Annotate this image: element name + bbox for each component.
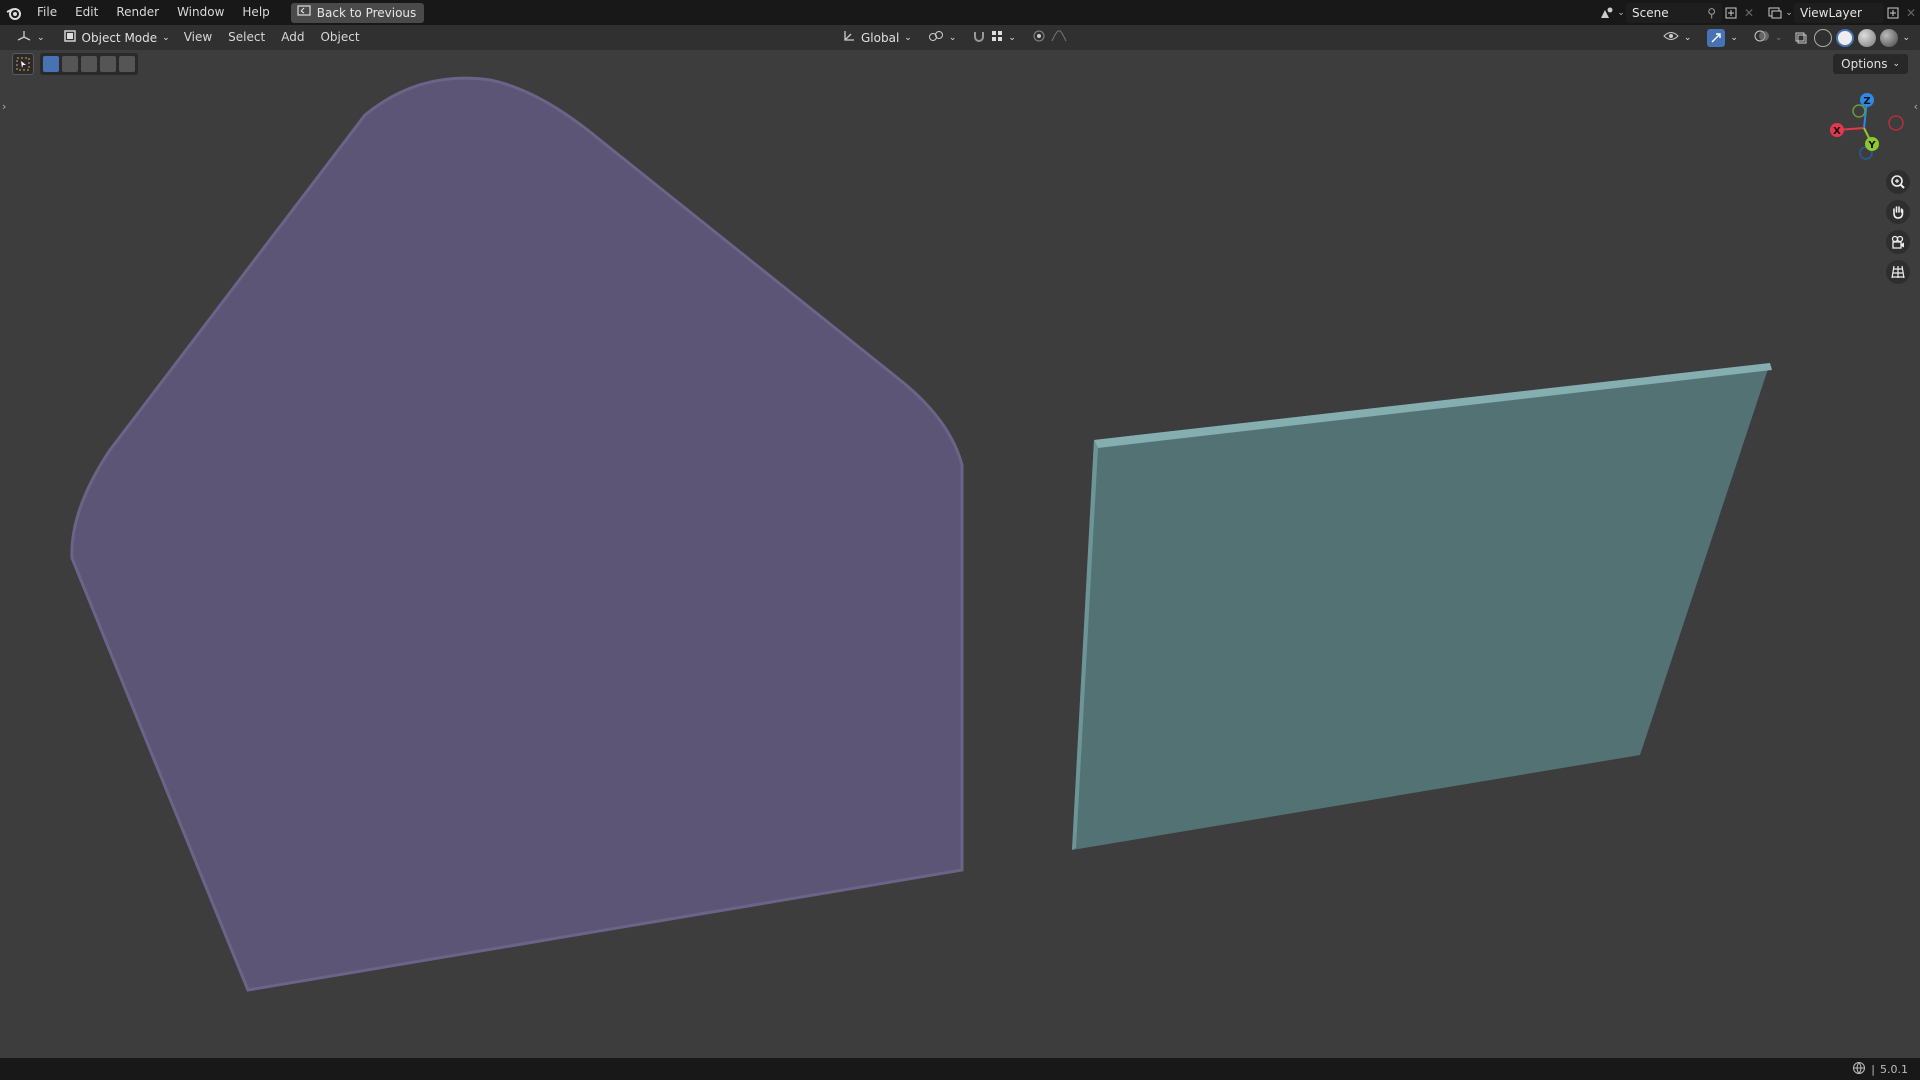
menu-file[interactable]: File	[28, 0, 66, 25]
blender-logo-icon[interactable]	[0, 0, 28, 25]
selectability-visibility-dropdown[interactable]: ⌄	[1657, 28, 1698, 48]
back-to-previous-label: Back to Previous	[316, 5, 417, 20]
chevron-down-icon: ⌄	[1683, 32, 1692, 43]
menu-render[interactable]: Render	[107, 0, 168, 25]
falloff-curve-icon	[1051, 30, 1067, 45]
gizmo-y-label: Y	[1867, 140, 1876, 151]
object-mode-label: Object Mode	[81, 30, 158, 45]
globe-icon	[1852, 1061, 1866, 1078]
rendered-shading-icon[interactable]	[1880, 28, 1899, 47]
proportional-editing-icon	[1032, 29, 1046, 46]
options-dropdown[interactable]: Options ⌄	[1833, 54, 1908, 74]
scene-chevron-down-icon[interactable]: ⌄	[1616, 4, 1626, 22]
scene-selector-icon[interactable]	[1598, 4, 1616, 22]
delete-scene-icon[interactable]: ✕	[1740, 4, 1758, 22]
chevron-down-icon: ⌄	[37, 32, 45, 43]
chevron-down-icon: ⌄	[1008, 32, 1016, 43]
viewlayer-name-field[interactable]: ViewLayer	[1794, 2, 1884, 23]
scene-name-label: Scene	[1632, 5, 1669, 20]
pan-view-button[interactable]	[1886, 200, 1910, 224]
select-intersect-icon[interactable]	[119, 56, 135, 72]
chevron-down-icon: ⌄	[1892, 59, 1900, 69]
gizmo-neg-x-icon	[1888, 115, 1904, 131]
viewport-display-controls: ⌄ ⌄ ⌄ ⌄	[1657, 25, 1910, 50]
gizmo-x-label: X	[1833, 126, 1841, 137]
new-scene-icon[interactable]	[1722, 4, 1740, 22]
grid-perspective-icon	[1891, 265, 1905, 279]
navigation-gizmo[interactable]: Z X Y	[1818, 88, 1908, 168]
transform-orientation-dropdown[interactable]: Global ⌄	[836, 28, 918, 48]
viewlayer-selector-icon[interactable]	[1766, 4, 1784, 22]
chevron-down-icon: ⌄	[1774, 32, 1783, 43]
gizmo-icon	[1707, 28, 1726, 47]
wireframe-shading-icon[interactable]	[1814, 28, 1833, 47]
object-mode-icon	[63, 29, 77, 46]
tool-settings-row	[12, 53, 138, 75]
status-divider: |	[1871, 1062, 1875, 1076]
viewlayer-name-label: ViewLayer	[1800, 5, 1862, 20]
snap-toggle[interactable]: ⌄	[966, 28, 1022, 48]
select-invert-icon[interactable]	[100, 56, 116, 72]
object-mode-dropdown[interactable]: Object Mode ⌄	[57, 28, 176, 48]
pin-icon[interactable]: ⚲	[1707, 6, 1716, 20]
snap-grid-icon	[991, 30, 1003, 45]
chevron-down-icon: ⌄	[948, 32, 957, 43]
delete-viewlayer-icon[interactable]: ✕	[1902, 4, 1920, 22]
overlays-icon	[1754, 29, 1770, 46]
transform-tools-group: Global ⌄ ⌄ ⌄	[836, 25, 1073, 50]
material-preview-shading-icon[interactable]	[1858, 28, 1877, 47]
status-bar: | 5.0.1	[0, 1058, 1920, 1080]
pivot-icon	[928, 29, 944, 46]
solid-shading-icon[interactable]	[1836, 28, 1855, 47]
select-tool-button[interactable]	[12, 53, 34, 75]
camera-view-button[interactable]	[1886, 230, 1910, 254]
hand-icon	[1893, 206, 1904, 219]
chevron-down-icon: ⌄	[1730, 32, 1738, 43]
select-extend-icon[interactable]	[62, 56, 78, 72]
header-menu-object[interactable]: Object	[312, 25, 367, 50]
eye-cursor-icon	[1663, 29, 1679, 46]
select-new-icon[interactable]	[43, 56, 59, 72]
axes-icon	[842, 29, 856, 46]
toolbar-expand-arrow-icon[interactable]: ›	[2, 100, 6, 113]
magnet-icon	[972, 29, 986, 46]
menu-edit[interactable]: Edit	[66, 0, 107, 25]
header-menu-add[interactable]: Add	[273, 25, 312, 50]
scene-name-field[interactable]: Scene ⚲	[1626, 2, 1722, 23]
editor-type-selector[interactable]: ⌄	[10, 28, 51, 48]
proportional-editing-toggle[interactable]	[1026, 28, 1073, 48]
perspective-toggle-button[interactable]	[1886, 260, 1910, 284]
options-label: Options	[1841, 57, 1888, 71]
pivot-point-dropdown[interactable]: ⌄	[922, 28, 963, 48]
back-screen-icon	[297, 5, 311, 20]
magnifier-icon	[1891, 175, 1905, 189]
viewport-header: ⌄ Object Mode ⌄ View Select Add Object G…	[0, 25, 1920, 50]
viewlayer-chevron-down-icon[interactable]: ⌄	[1784, 4, 1794, 22]
transform-orientation-label: Global	[861, 30, 900, 45]
gizmo-z-label: Z	[1863, 96, 1870, 107]
menu-help[interactable]: Help	[233, 0, 278, 25]
3d-viewport[interactable]	[0, 50, 1920, 1058]
sidebar-expand-arrow-icon[interactable]: ‹	[1914, 100, 1918, 113]
gizmo-toggle[interactable]: ⌄	[1701, 28, 1744, 48]
top-bar: File Edit Render Window Help Back to Pre…	[0, 0, 1920, 25]
header-menu-view[interactable]: View	[176, 25, 220, 50]
version-label: 5.0.1	[1880, 1062, 1908, 1076]
overlays-toggle[interactable]: ⌄	[1748, 28, 1789, 48]
select-subtract-icon[interactable]	[81, 56, 97, 72]
camera-icon	[1891, 235, 1904, 249]
new-viewlayer-icon[interactable]	[1884, 4, 1902, 22]
zoom-view-button[interactable]	[1886, 170, 1910, 194]
back-to-previous-button[interactable]: Back to Previous	[290, 2, 425, 23]
header-menu-select[interactable]: Select	[220, 25, 273, 50]
menu-window[interactable]: Window	[168, 0, 233, 25]
3d-viewport-icon	[16, 29, 32, 46]
chevron-down-icon: ⌄	[904, 32, 912, 43]
selection-mode-group	[40, 53, 138, 75]
chevron-down-icon: ⌄	[162, 32, 170, 43]
shading-chevron-down-icon[interactable]: ⌄	[1902, 33, 1910, 43]
xray-toggle-icon[interactable]	[1792, 29, 1810, 47]
